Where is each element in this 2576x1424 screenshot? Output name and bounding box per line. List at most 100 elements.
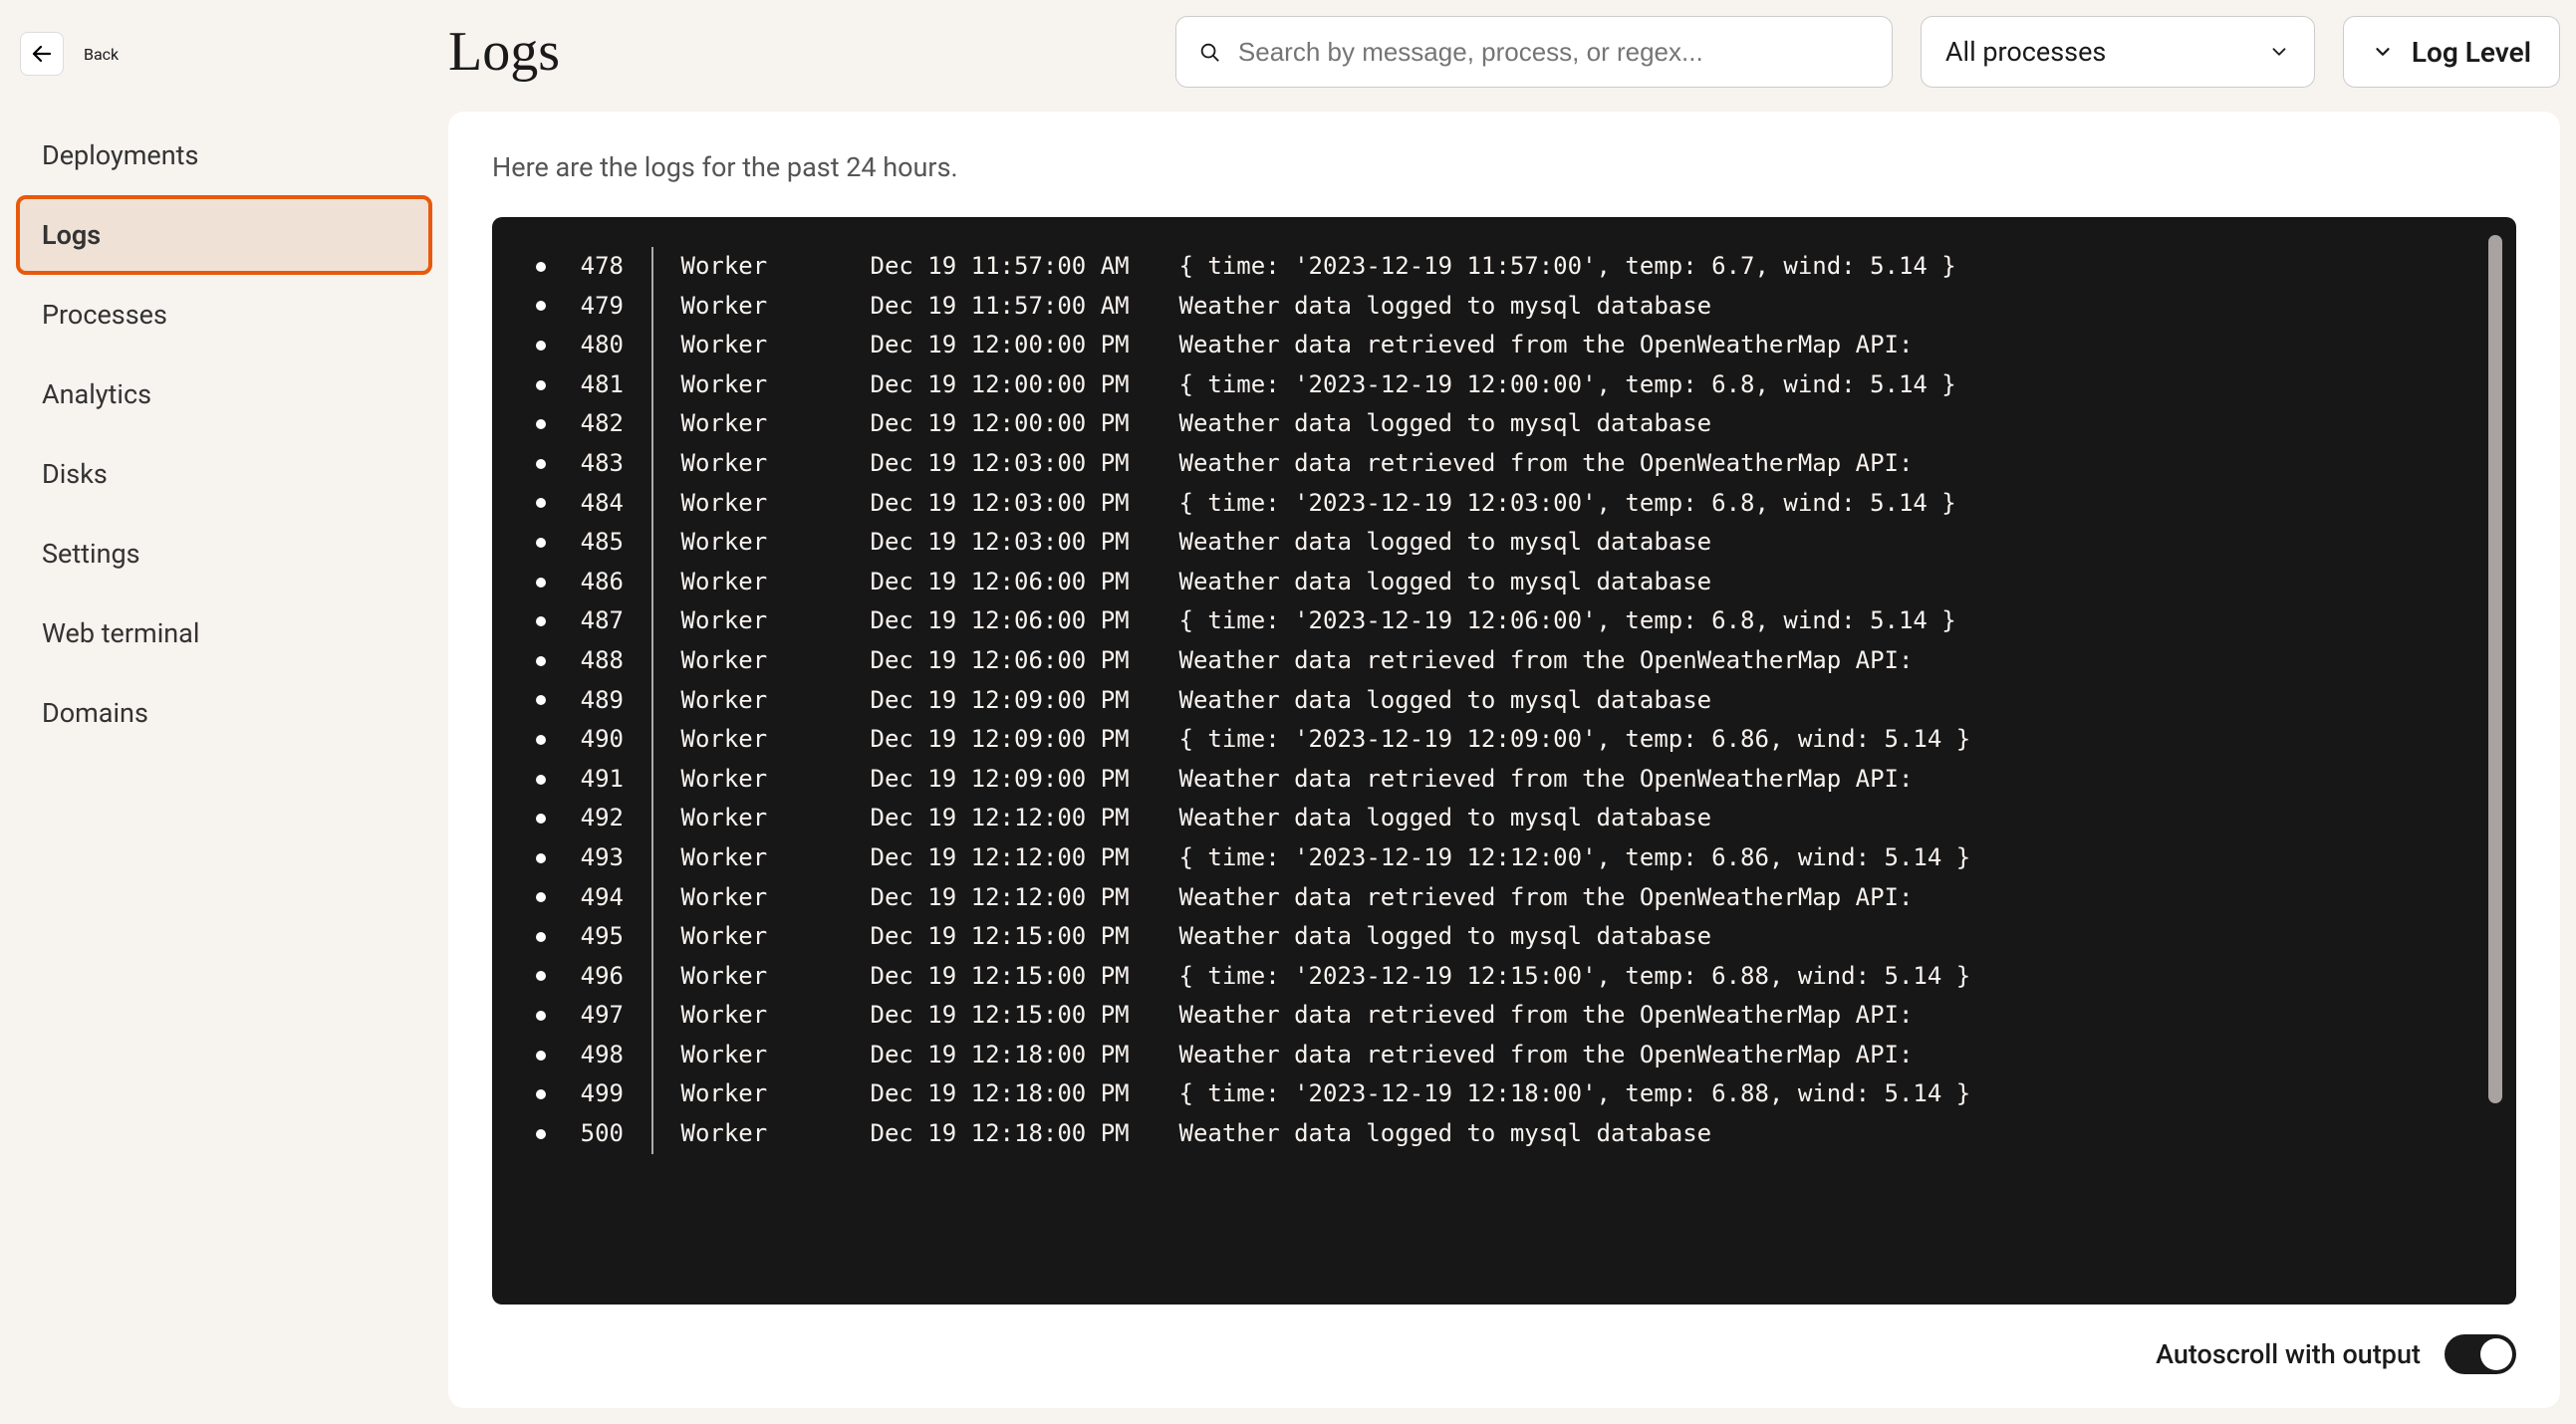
log-line-number: 484 <box>564 484 624 524</box>
log-process: Worker <box>681 601 871 641</box>
sidebar-item-label: Web terminal <box>42 617 199 649</box>
log-process: Worker <box>681 878 871 918</box>
sidebar-item-settings[interactable]: Settings <box>16 514 432 593</box>
log-line-number: 481 <box>564 365 624 405</box>
log-row: 483WorkerDec 19 12:03:00 PMWeather data … <box>522 444 2516 484</box>
log-row: 479WorkerDec 19 11:57:00 AMWeather data … <box>522 287 2516 327</box>
log-process: Worker <box>681 444 871 484</box>
bullet-icon <box>536 1089 546 1099</box>
log-message: Weather data retrieved from the OpenWeat… <box>1179 326 1914 365</box>
log-scroll-area[interactable]: 478WorkerDec 19 11:57:00 AM{ time: '2023… <box>522 247 2516 1275</box>
log-line-number: 487 <box>564 601 624 641</box>
arrow-left-icon <box>30 42 54 66</box>
log-timestamp: Dec 19 12:00:00 PM <box>871 365 1179 405</box>
back-button[interactable] <box>20 32 64 76</box>
separator <box>651 1074 653 1114</box>
search-box[interactable] <box>1175 16 1893 88</box>
log-process: Worker <box>681 365 871 405</box>
separator <box>651 287 653 327</box>
sidebar-item-label: Processes <box>42 299 167 331</box>
log-timestamp: Dec 19 12:09:00 PM <box>871 720 1179 760</box>
log-line-number: 495 <box>564 917 624 957</box>
bullet-icon <box>536 1051 546 1061</box>
log-process: Worker <box>681 563 871 602</box>
footer: Autoscroll with output <box>492 1305 2516 1374</box>
process-filter-select[interactable]: All processes <box>1921 16 2315 88</box>
log-timestamp: Dec 19 12:00:00 PM <box>871 404 1179 444</box>
log-process: Worker <box>681 720 871 760</box>
scrollbar[interactable] <box>2488 235 2502 1103</box>
autoscroll-toggle[interactable] <box>2445 1334 2516 1374</box>
search-input[interactable] <box>1238 37 1870 68</box>
separator <box>651 878 653 918</box>
separator <box>651 838 653 878</box>
log-message: { time: '2023-12-19 12:12:00', temp: 6.8… <box>1179 838 1971 878</box>
sidebar: Back Deployments Logs Processes Analytic… <box>0 0 448 1424</box>
log-message: Weather data retrieved from the OpenWeat… <box>1179 878 1914 918</box>
sidebar-item-deployments[interactable]: Deployments <box>16 116 432 195</box>
bullet-icon <box>536 1011 546 1021</box>
log-line-number: 486 <box>564 563 624 602</box>
sidebar-item-label: Logs <box>42 219 101 251</box>
separator <box>651 404 653 444</box>
log-message: { time: '2023-12-19 12:00:00', temp: 6.8… <box>1179 365 1956 405</box>
sidebar-item-label: Deployments <box>42 139 198 171</box>
separator <box>651 799 653 838</box>
log-row: 480WorkerDec 19 12:00:00 PMWeather data … <box>522 326 2516 365</box>
log-line-number: 498 <box>564 1036 624 1075</box>
separator <box>651 957 653 997</box>
log-level-button[interactable]: Log Level <box>2343 16 2560 88</box>
header: Logs All processes Log Level <box>448 16 2560 112</box>
log-timestamp: Dec 19 12:03:00 PM <box>871 523 1179 563</box>
log-row: 500WorkerDec 19 12:18:00 PMWeather data … <box>522 1114 2516 1154</box>
log-row: 485WorkerDec 19 12:03:00 PMWeather data … <box>522 523 2516 563</box>
log-message: { time: '2023-12-19 12:15:00', temp: 6.8… <box>1179 957 1971 997</box>
separator <box>651 720 653 760</box>
bullet-icon <box>536 971 546 981</box>
log-line-number: 493 <box>564 838 624 878</box>
bullet-icon <box>536 419 546 429</box>
sidebar-item-label: Disks <box>42 458 108 490</box>
log-line-number: 488 <box>564 641 624 681</box>
back-label: Back <box>84 45 119 64</box>
log-process: Worker <box>681 484 871 524</box>
bullet-icon <box>536 380 546 390</box>
sidebar-item-disks[interactable]: Disks <box>16 434 432 514</box>
log-row: 491WorkerDec 19 12:09:00 PMWeather data … <box>522 760 2516 800</box>
separator <box>651 601 653 641</box>
log-row: 484WorkerDec 19 12:03:00 PM{ time: '2023… <box>522 484 2516 524</box>
sidebar-item-web-terminal[interactable]: Web terminal <box>16 593 432 673</box>
bullet-icon <box>536 735 546 745</box>
log-line-number: 482 <box>564 404 624 444</box>
log-row: 497WorkerDec 19 12:15:00 PMWeather data … <box>522 996 2516 1036</box>
sidebar-item-logs[interactable]: Logs <box>16 195 432 275</box>
main: Logs All processes Log Level Here are th… <box>448 0 2576 1424</box>
log-process: Worker <box>681 523 871 563</box>
log-process: Worker <box>681 838 871 878</box>
sidebar-item-domains[interactable]: Domains <box>16 673 432 753</box>
log-timestamp: Dec 19 12:18:00 PM <box>871 1074 1179 1114</box>
log-timestamp: Dec 19 12:03:00 PM <box>871 444 1179 484</box>
log-row: 493WorkerDec 19 12:12:00 PM{ time: '2023… <box>522 838 2516 878</box>
log-line-number: 478 <box>564 247 624 287</box>
bullet-icon <box>536 853 546 863</box>
log-timestamp: Dec 19 12:12:00 PM <box>871 878 1179 918</box>
bullet-icon <box>536 341 546 351</box>
log-process: Worker <box>681 957 871 997</box>
sidebar-item-processes[interactable]: Processes <box>16 275 432 355</box>
bullet-icon <box>536 262 546 272</box>
sidebar-item-analytics[interactable]: Analytics <box>16 355 432 434</box>
log-timestamp: Dec 19 12:09:00 PM <box>871 681 1179 721</box>
log-line-number: 490 <box>564 720 624 760</box>
log-row: 486WorkerDec 19 12:06:00 PMWeather data … <box>522 563 2516 602</box>
log-row: 488WorkerDec 19 12:06:00 PMWeather data … <box>522 641 2516 681</box>
log-message: { time: '2023-12-19 11:57:00', temp: 6.7… <box>1179 247 1956 287</box>
separator <box>651 760 653 800</box>
log-timestamp: Dec 19 11:57:00 AM <box>871 247 1179 287</box>
bullet-icon <box>536 814 546 824</box>
log-process: Worker <box>681 404 871 444</box>
log-row: 498WorkerDec 19 12:18:00 PMWeather data … <box>522 1036 2516 1075</box>
log-timestamp: Dec 19 12:15:00 PM <box>871 996 1179 1036</box>
log-row: 481 WorkerDec 19 12:00:00 PM{ time: '2023… <box>522 365 2516 405</box>
chevron-down-icon <box>2268 41 2290 63</box>
